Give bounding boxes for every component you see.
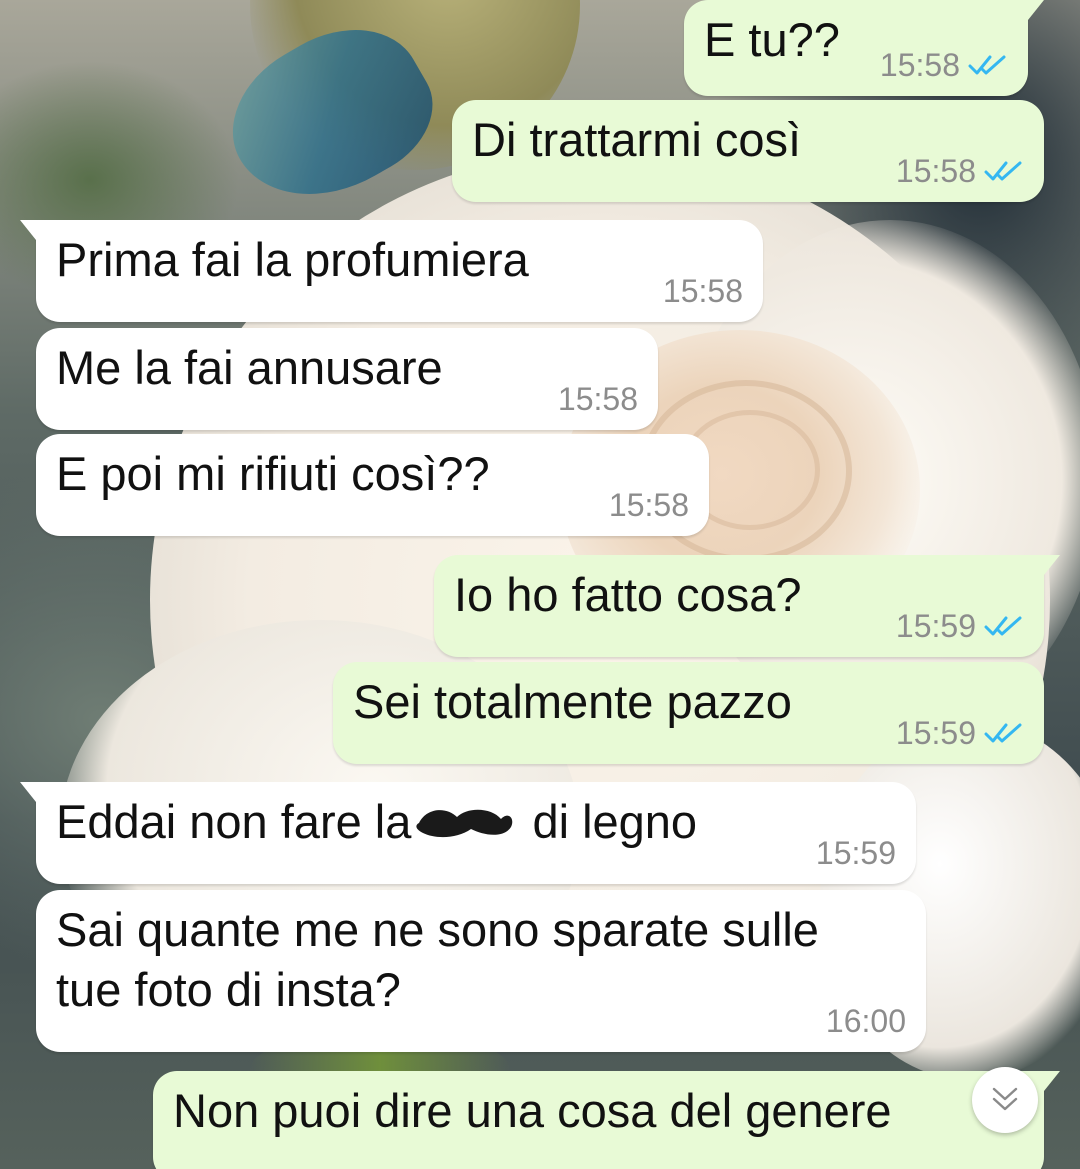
message-text: Me la fai annusare bbox=[56, 341, 443, 394]
message-time: 15:58 bbox=[557, 381, 638, 417]
message-time: 15:58 bbox=[895, 153, 976, 189]
message-meta: 15:58 bbox=[609, 488, 689, 522]
message-bubble-outgoing[interactable]: Non puoi dire una cosa del genere bbox=[153, 1071, 1060, 1169]
message-text-before: Eddai non fare la bbox=[56, 795, 412, 848]
double-chevron-down-icon bbox=[992, 1087, 1018, 1111]
message-time: 15:58 bbox=[879, 47, 960, 83]
message-meta: 15:58 bbox=[880, 48, 1008, 82]
double-check-icon bbox=[984, 723, 1022, 743]
message-bubble-outgoing[interactable]: Sei totalmente pazzo 15:59 bbox=[333, 662, 1044, 764]
scroll-to-bottom-button[interactable] bbox=[972, 1067, 1038, 1133]
message-text: Io ho fatto cosa? bbox=[454, 568, 802, 621]
message-list[interactable]: E tu?? 15:58 Di trattarmi così 15:58 Pri… bbox=[0, 0, 1080, 1169]
double-check-icon bbox=[984, 161, 1022, 181]
message-time: 15:58 bbox=[662, 273, 743, 309]
message-text: Eddai non fare la di legno bbox=[56, 792, 697, 852]
message-meta: 16:00 bbox=[826, 1004, 906, 1038]
double-check-icon bbox=[984, 616, 1022, 636]
message-bubble-incoming[interactable]: E poi mi rifiuti così?? 15:58 bbox=[36, 434, 709, 536]
message-text: Sei totalmente pazzo bbox=[353, 675, 792, 728]
message-text: Prima fai la profumiera bbox=[56, 233, 529, 286]
bubble-tail bbox=[20, 782, 36, 802]
message-text-after: di legno bbox=[532, 795, 698, 848]
message-meta: 15:59 bbox=[816, 836, 896, 870]
message-bubble-incoming[interactable]: Eddai non fare la di legno 15:59 bbox=[20, 782, 916, 884]
message-bubble-incoming[interactable]: Sai quante me ne sono sparate sulle tue … bbox=[36, 890, 926, 1052]
message-time: 15:58 bbox=[608, 487, 689, 523]
message-bubble-outgoing[interactable]: Di trattarmi così 15:58 bbox=[452, 100, 1044, 202]
message-text: Di trattarmi così bbox=[472, 113, 802, 166]
message-text: E tu?? bbox=[704, 13, 840, 66]
double-check-icon bbox=[968, 55, 1006, 75]
message-bubble-incoming[interactable]: Me la fai annusare 15:58 bbox=[36, 328, 658, 430]
message-time: 15:59 bbox=[895, 608, 976, 644]
message-time: 16:00 bbox=[825, 1003, 906, 1039]
message-meta: 15:58 bbox=[558, 382, 638, 416]
bubble-tail bbox=[1044, 555, 1060, 575]
message-time: 15:59 bbox=[895, 715, 976, 751]
message-bubble-incoming[interactable]: Prima fai la profumiera 15:58 bbox=[20, 220, 763, 322]
message-bubble-outgoing[interactable]: Io ho fatto cosa? 15:59 bbox=[434, 555, 1060, 657]
message-text: E poi mi rifiuti così?? bbox=[56, 447, 490, 500]
message-text: Sai quante me ne sono sparate sulle tue … bbox=[56, 903, 819, 1016]
bubble-tail bbox=[20, 220, 36, 240]
message-meta: 15:58 bbox=[896, 154, 1024, 188]
message-time: 15:59 bbox=[815, 835, 896, 871]
redaction-scribble bbox=[416, 809, 513, 837]
message-text: Non puoi dire una cosa del genere bbox=[173, 1084, 892, 1137]
message-bubble-outgoing[interactable]: E tu?? 15:58 bbox=[684, 0, 1044, 96]
bubble-tail bbox=[1028, 0, 1044, 20]
message-meta: 15:59 bbox=[896, 609, 1024, 643]
bubble-tail bbox=[1044, 1071, 1060, 1091]
message-meta: 15:59 bbox=[896, 716, 1024, 750]
message-meta: 15:58 bbox=[663, 274, 743, 308]
